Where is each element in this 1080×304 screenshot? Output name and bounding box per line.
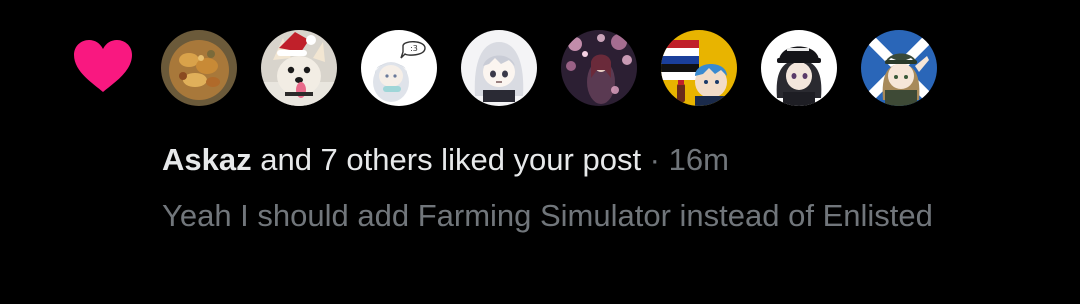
timestamp: 16m: [668, 142, 729, 177]
avatar-cherry-blossom-figure[interactable]: [561, 30, 637, 106]
like-notification[interactable]: :3 Askaz and 7 others liked your post · …: [0, 0, 1080, 304]
avatar-flag-anime-character[interactable]: [661, 30, 737, 106]
avatar-anime-girl-black-cap[interactable]: [761, 30, 837, 106]
post-snippet[interactable]: Yeah I should add Farming Simulator inst…: [162, 192, 982, 239]
avatar-anime-girl-saluting[interactable]: [861, 30, 937, 106]
actor-name[interactable]: Askaz: [162, 142, 252, 177]
liker-avatars: :3: [161, 30, 937, 106]
speech-bubble-text: :3: [410, 44, 418, 53]
avatar-anime-girl-speech-bubble[interactable]: :3: [361, 30, 437, 106]
action-text: and 7 others liked your post: [251, 142, 642, 177]
avatar-dog-santa-hat[interactable]: [261, 30, 337, 106]
notification-headline: Askaz and 7 others liked your post · 16m: [162, 142, 729, 178]
separator-dot: ·: [641, 142, 669, 177]
avatar-anime-girl-white-hair[interactable]: [461, 30, 537, 106]
avatar-food-pile[interactable]: [161, 30, 237, 106]
heart-icon: [74, 40, 132, 92]
